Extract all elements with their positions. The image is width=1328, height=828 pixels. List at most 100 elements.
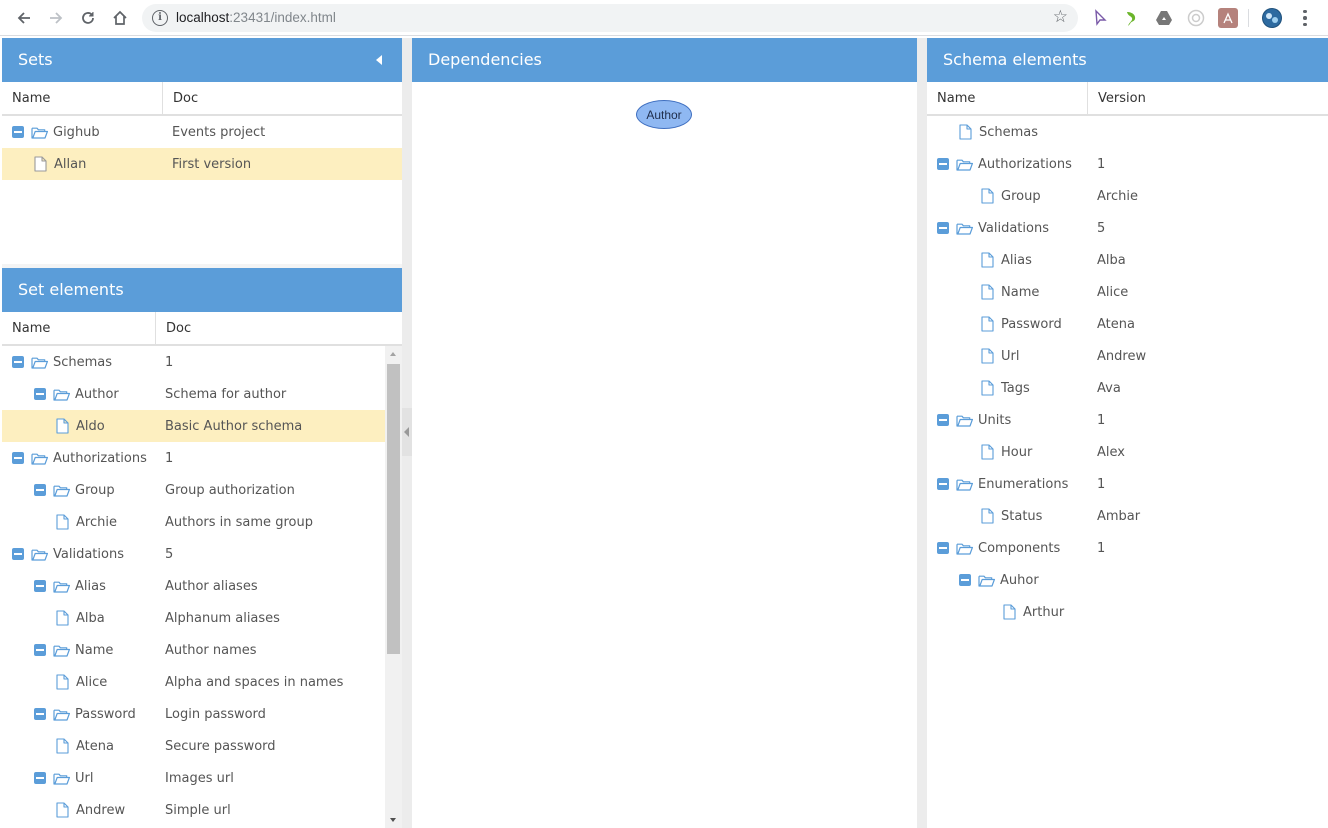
- name-cell: Password: [2, 698, 136, 730]
- url-text[interactable]: localhost:23431/index.html: [176, 10, 336, 25]
- collapse-toggle-icon[interactable]: [34, 580, 46, 592]
- tree-row[interactable]: Schemas 1: [2, 346, 385, 378]
- tree-row[interactable]: Hour Alex: [927, 436, 1328, 468]
- row-name: Alba: [76, 610, 105, 626]
- collapse-toggle-icon[interactable]: [937, 222, 949, 234]
- reload-button[interactable]: [76, 6, 100, 30]
- pdf-extension-icon[interactable]: [1218, 8, 1238, 28]
- name-cell: Schemas: [2, 346, 112, 378]
- browser-menu-button[interactable]: [1297, 6, 1313, 30]
- tree-row[interactable]: Authorizations 1: [2, 442, 385, 474]
- tree-row[interactable]: Auhor: [927, 564, 1328, 596]
- tree-row[interactable]: Url Andrew: [927, 340, 1328, 372]
- set-elements-scrollbar[interactable]: [385, 346, 402, 828]
- file-icon: [56, 738, 69, 754]
- collapse-toggle-icon[interactable]: [937, 414, 949, 426]
- collapse-toggle-icon[interactable]: [12, 126, 24, 138]
- tree-row[interactable]: Allan First version: [2, 148, 402, 180]
- schema-elements-header: Schema elements: [927, 38, 1328, 82]
- info-icon[interactable]: i: [152, 10, 168, 26]
- right-vertical-splitter[interactable]: [917, 38, 927, 828]
- collapse-toggle-icon[interactable]: [34, 708, 46, 720]
- collapse-toggle-icon[interactable]: [34, 388, 46, 400]
- tree-row[interactable]: Name Alice: [927, 276, 1328, 308]
- collapse-toggle-icon[interactable]: [937, 478, 949, 490]
- tree-row[interactable]: Authorizations 1: [927, 148, 1328, 180]
- column-header-name[interactable]: Name: [2, 82, 162, 114]
- folder-open-icon: [956, 158, 973, 171]
- bookmark-star-icon[interactable]: ☆: [1053, 7, 1068, 27]
- schema-elements-panel: Schema elements Name Version Schemas Auth…: [927, 38, 1328, 828]
- tree-row[interactable]: Tags Ava: [927, 372, 1328, 404]
- collapse-toggle-icon[interactable]: [34, 644, 46, 656]
- cursor-extension-icon[interactable]: [1090, 8, 1110, 28]
- column-header-name[interactable]: Name: [927, 82, 1087, 114]
- row-name: Url: [1001, 348, 1020, 364]
- drive-icon[interactable]: [1154, 8, 1174, 28]
- collapse-toggle-icon[interactable]: [34, 772, 46, 784]
- tree-row[interactable]: Units 1: [927, 404, 1328, 436]
- name-cell: Alba: [2, 602, 105, 634]
- graph-node-author[interactable]: Author: [636, 100, 692, 129]
- forward-button[interactable]: [44, 6, 68, 30]
- collapse-toggle-icon[interactable]: [12, 452, 24, 464]
- tree-row[interactable]: Alias Alba: [927, 244, 1328, 276]
- name-cell: Validations: [2, 538, 124, 570]
- collapse-toggle-icon[interactable]: [12, 548, 24, 560]
- tree-row[interactable]: Enumerations 1: [927, 468, 1328, 500]
- back-button[interactable]: [12, 6, 36, 30]
- column-header-version[interactable]: Version: [1087, 82, 1328, 114]
- tree-row[interactable]: Validations 5: [927, 212, 1328, 244]
- name-cell: Authorizations: [927, 148, 1072, 180]
- tree-row[interactable]: Validations 5: [2, 538, 385, 570]
- tree-row[interactable]: Gighub Events project: [2, 116, 402, 148]
- tree-row[interactable]: Group Archie: [927, 180, 1328, 212]
- tree-row[interactable]: Password Login password: [2, 698, 385, 730]
- profile-avatar[interactable]: [1262, 8, 1282, 28]
- column-header-doc[interactable]: Doc: [162, 82, 402, 114]
- collapse-panel-icon[interactable]: [376, 55, 382, 65]
- scroll-down-arrow-icon[interactable]: [390, 818, 396, 822]
- tree-row[interactable]: Schemas: [927, 116, 1328, 148]
- column-header-doc[interactable]: Doc: [155, 312, 402, 344]
- tree-row[interactable]: Arthur: [927, 596, 1328, 628]
- row-name: Arthur: [1023, 604, 1065, 620]
- row-doc: Basic Author schema: [165, 419, 303, 434]
- scroll-up-arrow-icon[interactable]: [390, 352, 396, 356]
- address-bar[interactable]: i localhost:23431/index.html ☆: [142, 4, 1078, 32]
- tree-row[interactable]: Password Atena: [927, 308, 1328, 340]
- home-button[interactable]: [108, 6, 132, 30]
- collapse-toggle-icon[interactable]: [937, 158, 949, 170]
- scrollbar-thumb[interactable]: [387, 364, 400, 654]
- collapse-toggle-icon[interactable]: [12, 356, 24, 368]
- collapse-toggle-icon[interactable]: [937, 542, 949, 554]
- name-cell: Alias: [927, 244, 1032, 276]
- leaf-extension-icon[interactable]: [1122, 8, 1142, 28]
- row-doc: Login password: [165, 707, 266, 722]
- tree-row[interactable]: Group Group authorization: [2, 474, 385, 506]
- tree-row[interactable]: Url Images url: [2, 762, 385, 794]
- collapse-toggle-icon[interactable]: [959, 574, 971, 586]
- tree-row[interactable]: Author Schema for author: [2, 378, 385, 410]
- tree-row[interactable]: Archie Authors in same group: [2, 506, 385, 538]
- collapse-toggle-icon[interactable]: [34, 484, 46, 496]
- row-doc: Author aliases: [165, 579, 258, 594]
- browser-toolbar: i localhost:23431/index.html ☆: [0, 0, 1328, 36]
- name-cell: Group: [2, 474, 115, 506]
- collapse-left-handle-icon[interactable]: [402, 408, 412, 456]
- tree-row[interactable]: Andrew Simple url: [2, 794, 385, 826]
- left-vertical-splitter[interactable]: [402, 38, 412, 828]
- name-cell: Url: [2, 762, 93, 794]
- column-header-name[interactable]: Name: [2, 312, 155, 344]
- tree-row[interactable]: Aldo Basic Author schema: [2, 410, 385, 442]
- tree-row[interactable]: Alias Author aliases: [2, 570, 385, 602]
- camera-extension-icon[interactable]: [1186, 8, 1206, 28]
- row-name: Components: [978, 540, 1061, 556]
- tree-row[interactable]: Atena Secure password: [2, 730, 385, 762]
- tree-row[interactable]: Components 1: [927, 532, 1328, 564]
- name-cell: Alias: [2, 570, 106, 602]
- tree-row[interactable]: Alice Alpha and spaces in names: [2, 666, 385, 698]
- tree-row[interactable]: Status Ambar: [927, 500, 1328, 532]
- tree-row[interactable]: Name Author names: [2, 634, 385, 666]
- tree-row[interactable]: Alba Alphanum aliases: [2, 602, 385, 634]
